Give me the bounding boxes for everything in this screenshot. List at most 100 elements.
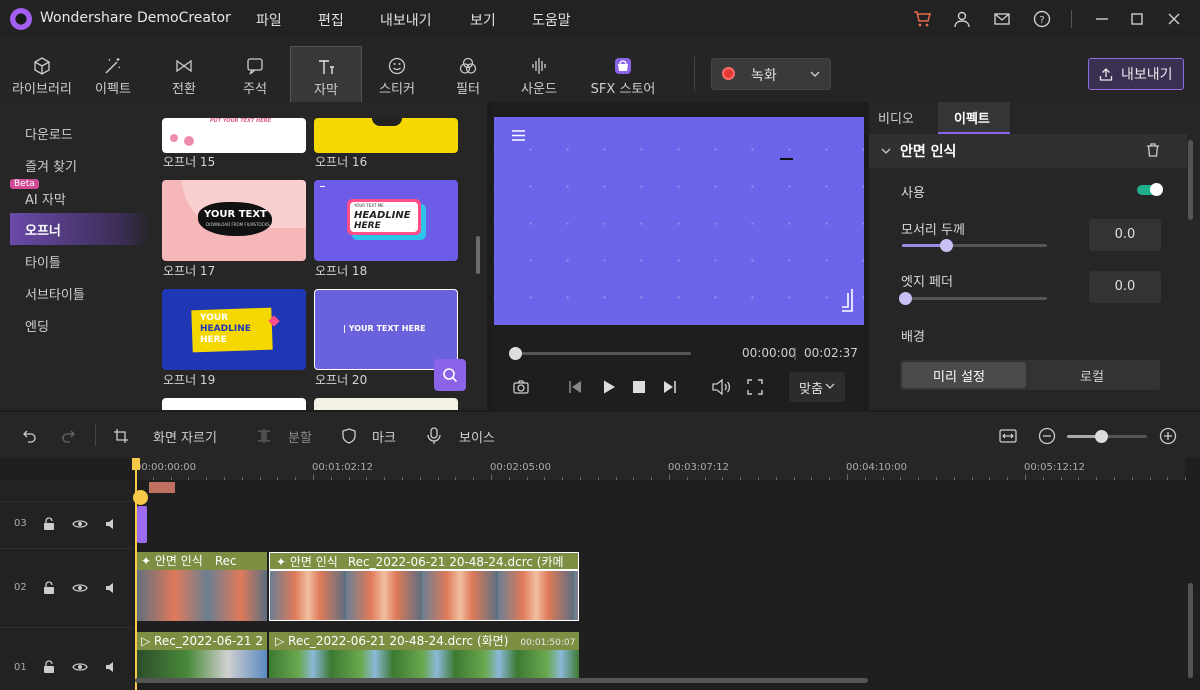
- template-next-row-left[interactable]: [162, 398, 306, 410]
- split-icon[interactable]: [256, 428, 272, 444]
- shield-icon[interactable]: [341, 428, 357, 444]
- trash-icon[interactable]: [1145, 142, 1161, 158]
- mail-icon[interactable]: [993, 10, 1011, 28]
- face-effect-clip-b-thumbnails[interactable]: [269, 570, 579, 621]
- minimize-icon[interactable]: [1093, 10, 1111, 28]
- microphone-icon[interactable]: [426, 427, 442, 445]
- voice-label[interactable]: 보이스: [459, 427, 495, 446]
- tab-captions[interactable]: 자막: [290, 46, 362, 102]
- annotation-icon: [245, 56, 265, 76]
- template-search-button[interactable]: [434, 359, 466, 391]
- account-icon[interactable]: [953, 10, 971, 28]
- tab-sound[interactable]: 사운드: [503, 46, 575, 102]
- tab-filter[interactable]: 필터: [432, 46, 504, 102]
- playhead-handle[interactable]: [132, 458, 140, 470]
- volume-icon[interactable]: [711, 378, 731, 396]
- template-grid-scrollbar[interactable]: [476, 236, 480, 274]
- ruler-tick: [989, 477, 991, 480]
- maximize-icon[interactable]: [1128, 10, 1146, 28]
- ruler-tick: [384, 477, 386, 480]
- template-opener-18[interactable]: YOUR TEXT ME HEADLINE HERE: [314, 180, 458, 261]
- edge-feather-slider-knob[interactable]: [899, 292, 912, 305]
- stop-icon[interactable]: [632, 380, 646, 394]
- face-effect-clip-b-header[interactable]: ✦ 안면 인식 Rec_2022-06-21 20-48-24.dcrc (카메: [269, 552, 579, 570]
- zoom-out-icon[interactable]: [1038, 427, 1056, 445]
- next-frame-icon[interactable]: [662, 379, 678, 395]
- timeline-horizontal-scrollbar[interactable]: [135, 678, 868, 683]
- menu-edit[interactable]: 편집: [318, 10, 344, 30]
- cart-icon[interactable]: [913, 10, 931, 28]
- edge-feather-value[interactable]: 0.0: [1089, 271, 1161, 303]
- play-icon[interactable]: [601, 379, 617, 395]
- crop-icon[interactable]: [113, 428, 129, 444]
- template-opener-17[interactable]: YOUR TEXT DOWNLOAD FROM FILMSTOCKS: [162, 180, 306, 261]
- crop-label[interactable]: 화면 자르기: [153, 427, 217, 446]
- ruler-ticks: [135, 474, 1187, 480]
- screen-clip-b-thumbnails[interactable]: [269, 650, 579, 678]
- ruler-tick: [562, 477, 564, 480]
- category-favorites[interactable]: 즐겨 찾기: [25, 156, 77, 175]
- menu-export[interactable]: 내보내기: [380, 10, 432, 30]
- tab-effects[interactable]: 이펙트: [77, 46, 149, 102]
- template-opener-16[interactable]: [314, 118, 458, 153]
- undo-icon[interactable]: [22, 428, 38, 444]
- tab-library[interactable]: 라이브러리: [6, 46, 78, 102]
- screen-clip-a-header[interactable]: ▷ Rec_2022-06-21 2: [135, 632, 267, 650]
- split-label[interactable]: 분할: [288, 427, 312, 446]
- template-opener-20[interactable]: | YOUR TEXT HERE: [314, 289, 458, 370]
- timeline-vertical-scrollbar[interactable]: [1188, 583, 1193, 678]
- face-effect-clip-a-header[interactable]: ✦ 안면 인식 Rec: [135, 552, 267, 570]
- background-option-local[interactable]: 로컬: [1080, 366, 1104, 385]
- eye-icon[interactable]: [72, 516, 88, 532]
- zoom-in-icon[interactable]: [1159, 427, 1177, 445]
- ruler-tick: [971, 477, 973, 480]
- menu-help[interactable]: 도움말: [532, 10, 571, 30]
- redo-icon[interactable]: [60, 428, 76, 444]
- tab-sfx-store[interactable]: SFX 스토어: [587, 46, 659, 102]
- caption-clip[interactable]: [149, 482, 175, 493]
- mark-label[interactable]: 마크: [372, 427, 396, 446]
- right-tab-video[interactable]: 비디오: [878, 108, 914, 127]
- speaker-icon[interactable]: [104, 659, 120, 675]
- previous-frame-icon[interactable]: [567, 379, 583, 395]
- eye-icon[interactable]: [72, 580, 88, 596]
- opener-clip[interactable]: [137, 506, 147, 543]
- category-ending[interactable]: 엔딩: [25, 316, 49, 335]
- menu-view[interactable]: 보기: [470, 10, 496, 30]
- category-subtitle[interactable]: 서브타이틀: [25, 284, 85, 303]
- preview-progress-track[interactable]: [511, 352, 691, 355]
- preview-canvas[interactable]: [494, 117, 864, 325]
- properties-scrollbar[interactable]: [1188, 140, 1193, 220]
- eye-icon[interactable]: [72, 659, 88, 675]
- marker-icon[interactable]: [133, 490, 148, 505]
- template-opener-15[interactable]: PUT YOUR TEXT HERE: [162, 118, 306, 153]
- menu-file[interactable]: 파일: [256, 10, 282, 30]
- preview-progress-knob[interactable]: [509, 347, 522, 360]
- edge-feather-slider[interactable]: [902, 297, 1047, 300]
- category-ai-caption[interactable]: AI 자막: [25, 189, 66, 208]
- snapshot-icon[interactable]: [512, 378, 530, 396]
- category-title[interactable]: 타이틀: [25, 252, 61, 271]
- tab-transition[interactable]: 전환: [148, 46, 220, 102]
- category-opener[interactable]: 오프너: [25, 220, 61, 239]
- help-icon[interactable]: ?: [1033, 10, 1051, 28]
- zoom-slider-knob[interactable]: [1095, 430, 1108, 443]
- screen-clip-a-thumbnails[interactable]: [135, 650, 267, 678]
- template-opener-19[interactable]: YOUR HEADLINE HERE: [162, 289, 306, 370]
- screen-clip-b-header[interactable]: ▷ Rec_2022-06-21 20-48-24.dcrc (화면) 00:01…: [269, 632, 579, 650]
- lock-icon[interactable]: [41, 580, 57, 596]
- template-next-row-right[interactable]: [314, 398, 458, 410]
- lock-icon[interactable]: [41, 659, 57, 675]
- edge-thickness-slider-knob[interactable]: [940, 239, 953, 252]
- category-download[interactable]: 다운로드: [25, 124, 73, 143]
- lock-icon[interactable]: [41, 516, 57, 532]
- tab-sticker[interactable]: 스티커: [361, 46, 433, 102]
- speaker-icon[interactable]: [104, 516, 120, 532]
- face-effect-clip-a-thumbnails[interactable]: [135, 570, 267, 621]
- speaker-icon[interactable]: [104, 580, 120, 596]
- tab-annotation[interactable]: 주석: [219, 46, 291, 102]
- fit-timeline-icon[interactable]: [999, 427, 1017, 445]
- close-icon[interactable]: [1165, 10, 1183, 28]
- edge-thickness-value[interactable]: 0.0: [1089, 219, 1161, 251]
- fullscreen-icon[interactable]: [746, 378, 764, 396]
